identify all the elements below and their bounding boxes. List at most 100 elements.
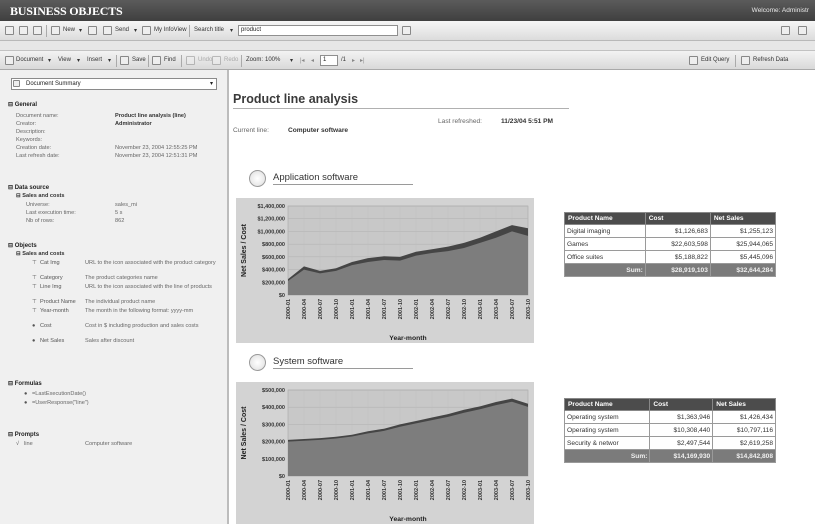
zoom-label: Zoom: xyxy=(246,57,264,63)
search-icon[interactable] xyxy=(402,26,411,35)
collapse-icon[interactable]: ⊟ xyxy=(8,185,13,191)
view-menu[interactable]: View xyxy=(58,57,71,63)
refresh-data-icon xyxy=(741,56,750,65)
object-name[interactable]: Net Sales xyxy=(40,338,64,344)
formulas-header: Formulas xyxy=(14,381,42,387)
last-page-icon[interactable]: ▸| xyxy=(360,57,365,64)
document-menu[interactable]: Document xyxy=(16,57,43,63)
object-description: The individual product name xyxy=(85,299,156,305)
insert-menu-chevron-icon[interactable]: ▾ xyxy=(108,57,111,64)
title-underline xyxy=(233,108,569,109)
y-tick-label: $400,000 xyxy=(262,405,285,411)
previous-page-icon[interactable]: ◂ xyxy=(311,57,314,64)
formula-item[interactable]: =UserResponse("line") xyxy=(32,400,89,406)
insert-menu[interactable]: Insert xyxy=(87,57,102,63)
object-name[interactable]: Year-month xyxy=(40,308,69,314)
first-page-icon[interactable]: |◂ xyxy=(300,57,305,64)
object-name[interactable]: Category xyxy=(40,275,63,281)
table-cell: $10,797,116 xyxy=(712,423,776,437)
collapse-icon[interactable]: ⊟ xyxy=(8,102,13,108)
next-page-icon[interactable]: ▸ xyxy=(352,57,355,64)
table-row: Security & networ $2,497,544 $2,619,258 xyxy=(563,436,776,450)
data-source-row-label: Universe: xyxy=(26,202,50,208)
panel-selector[interactable]: Document Summary ▾ xyxy=(11,78,217,90)
object-description: Cost in $ including production and sales… xyxy=(85,323,199,329)
help-icon[interactable] xyxy=(798,26,807,35)
application-software-chart: $1,400,000 $1,200,000 $1,000,000 $800,000 $6… xyxy=(236,198,534,343)
search-title-chevron-icon[interactable]: ▾ xyxy=(230,27,233,34)
x-tick-label: 2001-10 xyxy=(398,299,404,319)
document-list-icon[interactable] xyxy=(19,26,28,35)
redo-button[interactable]: Redo xyxy=(224,57,238,63)
x-tick-label: 2001-01 xyxy=(350,480,356,500)
x-tick-label: 2003-04 xyxy=(494,298,500,319)
last-refreshed-label: Last refreshed: xyxy=(438,118,482,125)
y-tick-label: $400,000 xyxy=(262,268,285,274)
object-name[interactable]: Cost xyxy=(40,323,52,329)
objects-header: Objects xyxy=(14,243,37,249)
data-source-row-label: Nb of rows: xyxy=(26,218,55,224)
preferences-icon[interactable] xyxy=(781,26,790,35)
refresh-data-button[interactable]: Refresh Data xyxy=(753,57,788,63)
collapse-icon[interactable]: ⊟ xyxy=(8,381,13,387)
table-cell: $10,308,440 xyxy=(649,423,714,437)
myinfoview-button[interactable]: My InfoView xyxy=(154,27,187,33)
x-tick-label: 2002-07 xyxy=(446,299,452,319)
general-row-label: Keywords: xyxy=(16,137,43,143)
view-menu-chevron-icon[interactable]: ▾ xyxy=(77,57,80,64)
page-number-input[interactable]: 1 xyxy=(320,55,338,66)
object-name[interactable]: Product Name xyxy=(40,299,76,305)
x-tick-label: 2002-01 xyxy=(414,299,420,319)
find-icon xyxy=(152,56,161,65)
document-toolbar: Document ▾ View ▾ Insert ▾ Save Find Und… xyxy=(0,51,815,70)
open-icon[interactable] xyxy=(33,26,42,35)
edit-query-button[interactable]: Edit Query xyxy=(701,57,729,63)
summary-icon xyxy=(13,80,20,87)
x-tick-label: 2002-10 xyxy=(462,299,468,319)
send-button[interactable]: Send xyxy=(115,27,129,33)
collapse-icon[interactable]: ⊟ xyxy=(8,432,13,438)
save-button[interactable]: Save xyxy=(132,57,146,63)
table-header-row: Product Name Cost Net Sales xyxy=(563,398,776,411)
new-dropdown-icon[interactable]: ▾ xyxy=(79,27,82,34)
data-source-row-value: 5 s xyxy=(115,210,123,216)
table-header-cell: Cost xyxy=(644,212,711,225)
search-input[interactable]: product xyxy=(238,25,398,36)
collapse-icon[interactable]: ⊟ xyxy=(16,193,21,199)
myinfoview-icon xyxy=(142,26,151,35)
zoom-value[interactable]: 100% xyxy=(265,57,280,63)
object-name[interactable]: Cat Img xyxy=(40,260,60,266)
prompt-name[interactable]: line xyxy=(24,441,33,447)
x-tick-label: 2002-04 xyxy=(430,479,436,500)
x-tick-label: 2003-10 xyxy=(526,299,532,319)
y-tick-label: $600,000 xyxy=(262,255,285,261)
refresh-icon[interactable] xyxy=(88,26,97,35)
general-row-value: November 23, 2004 12:55:25 PM xyxy=(115,145,198,151)
collapse-icon[interactable]: ⊟ xyxy=(16,251,21,257)
x-tick-label: 2001-04 xyxy=(366,479,372,500)
document-menu-chevron-icon[interactable]: ▾ xyxy=(48,57,51,64)
send-dropdown-icon[interactable]: ▾ xyxy=(134,27,137,34)
y-axis-title: Net Sales / Cost xyxy=(241,406,248,460)
find-button[interactable]: Find xyxy=(164,57,176,63)
table-row: Digital imaging $1,126,683 $1,255,123 xyxy=(564,224,777,238)
home-icon[interactable] xyxy=(5,26,14,35)
section-underline xyxy=(273,368,413,369)
new-button[interactable]: New xyxy=(63,27,75,33)
toolbar-separator xyxy=(189,25,190,37)
search-title-dropdown[interactable]: Search title xyxy=(194,27,224,33)
table-header-cell: Product Name xyxy=(563,398,651,411)
formula-item[interactable]: =LastExecutionDate() xyxy=(32,391,86,397)
toolbar-separator xyxy=(46,25,47,37)
x-tick-label: 2000-07 xyxy=(318,480,324,500)
y-tick-label: $0 xyxy=(279,474,285,480)
undo-button[interactable]: Undo xyxy=(198,57,212,63)
collapse-icon[interactable]: ⊟ xyxy=(8,243,13,249)
zoom-chevron-icon[interactable]: ▾ xyxy=(290,57,293,64)
redo-icon xyxy=(212,56,221,65)
object-name[interactable]: Line Img xyxy=(40,284,61,290)
y-axis-title: Net Sales / Cost xyxy=(241,223,248,277)
general-row-label: Creation date: xyxy=(16,145,52,151)
edit-query-icon xyxy=(689,56,698,65)
chevron-down-icon[interactable]: ▾ xyxy=(210,79,213,89)
